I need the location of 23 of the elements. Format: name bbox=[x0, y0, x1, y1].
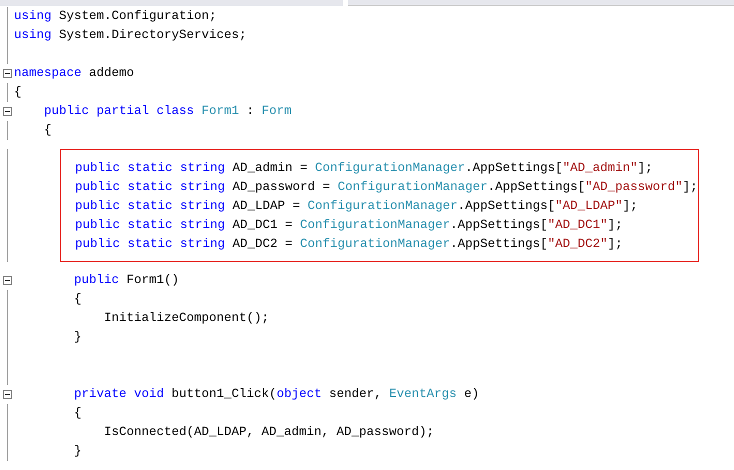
code-line: public Form1() bbox=[74, 272, 180, 289]
code-line: using System.DirectoryServices; bbox=[14, 27, 247, 44]
code-line: InitializeComponent(); bbox=[104, 310, 270, 327]
code-line: private void button1_Click(object sender, EventArgs e) bbox=[74, 386, 480, 403]
code-line: public static string AD_DC2 = ConfigurationManager.AppSettings["AD_DC2"]; bbox=[75, 236, 624, 253]
brace: } bbox=[74, 443, 82, 460]
code-line: namespace addemo bbox=[14, 65, 134, 82]
brace: } bbox=[74, 329, 82, 346]
code-line: public static string AD_DC1 = ConfigurationManager.AppSettings["AD_DC1"]; bbox=[75, 217, 624, 234]
brace: { bbox=[14, 84, 22, 101]
brace: { bbox=[74, 291, 82, 308]
code-line: using System.Configuration; bbox=[14, 8, 217, 25]
collapse-icon[interactable] bbox=[2, 69, 12, 78]
collapse-icon[interactable] bbox=[2, 276, 12, 285]
collapse-icon[interactable] bbox=[2, 390, 12, 399]
code-line: public static string AD_LDAP = ConfigurationManager.AppSettings["AD_LDAP"]; bbox=[75, 198, 639, 215]
brace: { bbox=[44, 122, 52, 139]
brace: { bbox=[74, 405, 82, 422]
code-line: public static string AD_password = ConfigurationManager.AppSettings["AD_password"]; bbox=[75, 179, 698, 196]
code-line: IsConnected(AD_LDAP, AD_admin, AD_password); bbox=[104, 424, 434, 441]
code-line: public partial class Form1 : Form bbox=[44, 103, 292, 120]
code-line: public static string AD_admin = ConfigurationManager.AppSettings["AD_admin"]; bbox=[75, 160, 654, 177]
collapse-icon[interactable] bbox=[2, 107, 12, 116]
